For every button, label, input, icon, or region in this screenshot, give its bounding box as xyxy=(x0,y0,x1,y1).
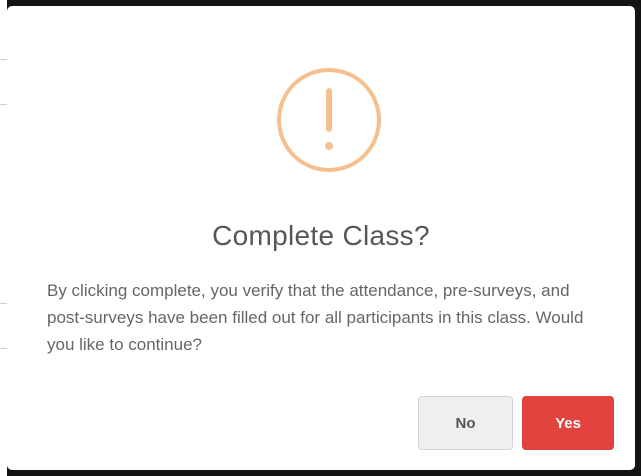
background-divider xyxy=(0,348,7,349)
dialog-message: By clicking complete, you verify that th… xyxy=(47,281,584,354)
background-divider xyxy=(0,303,7,304)
screen: Complete Class? By clicking complete, yo… xyxy=(0,0,641,476)
background-page-edge xyxy=(0,0,7,476)
confirm-dialog: Complete Class? By clicking complete, yo… xyxy=(7,6,635,470)
dialog-title: Complete Class? xyxy=(212,220,430,251)
background-divider xyxy=(0,59,7,60)
warning-icon xyxy=(277,68,381,172)
no-button[interactable]: No xyxy=(418,396,513,450)
background-divider xyxy=(0,104,7,105)
yes-button[interactable]: Yes xyxy=(522,396,614,450)
